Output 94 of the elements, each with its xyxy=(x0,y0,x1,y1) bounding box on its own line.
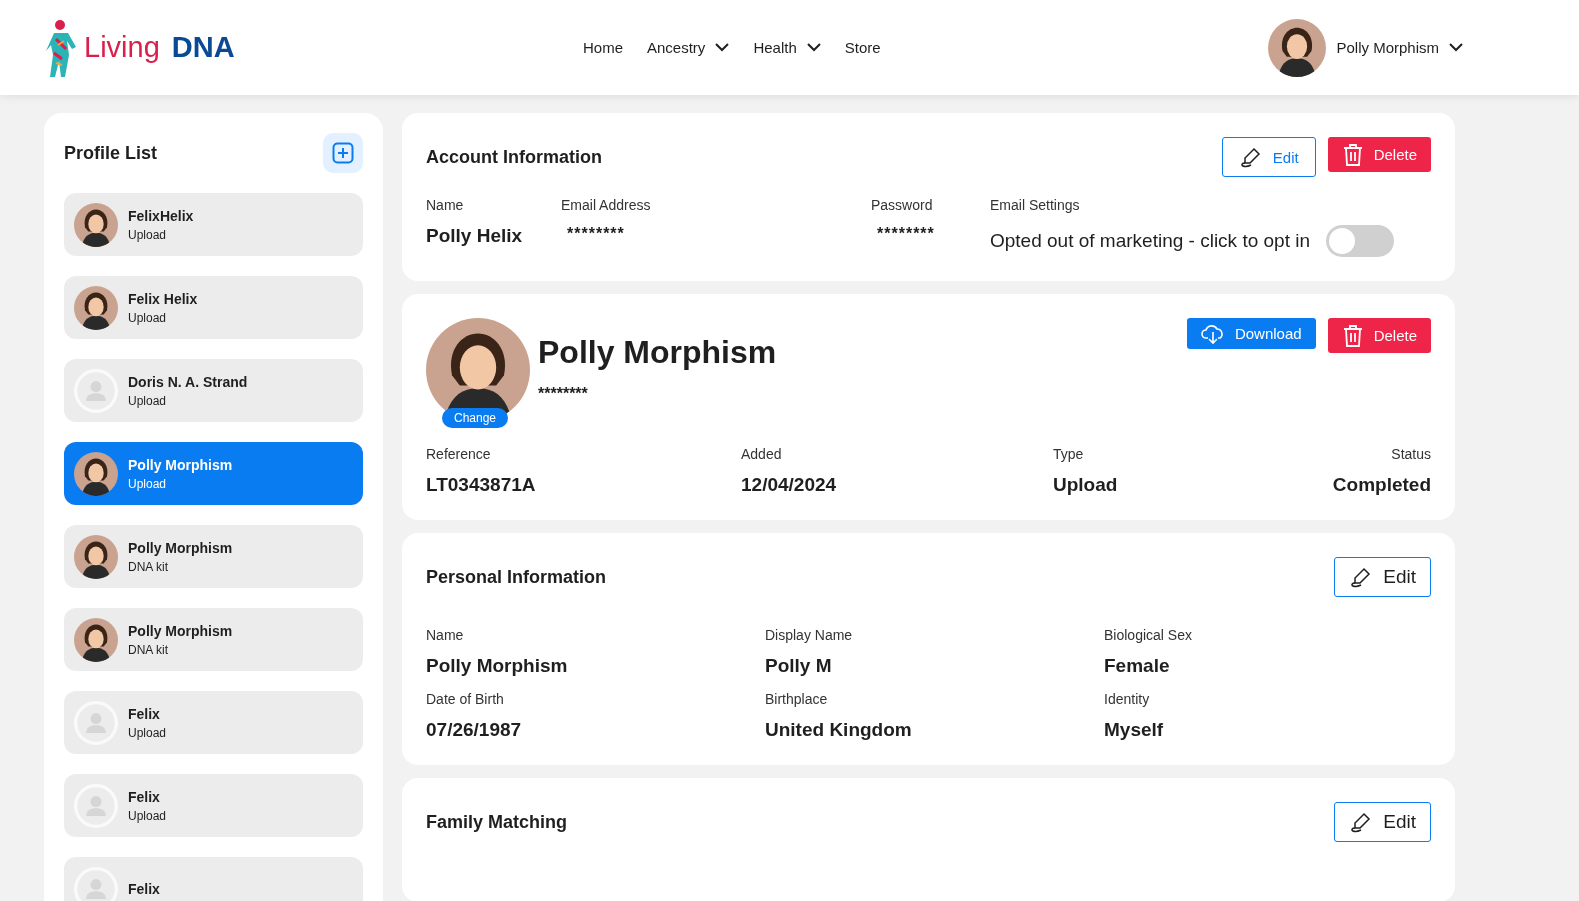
profile-name: Polly Morphism xyxy=(128,456,233,473)
profile-type: DNA kit xyxy=(128,559,169,574)
profile-name: Felix xyxy=(128,788,161,805)
profile-item[interactable]: Doris N. A. Strand Upload xyxy=(64,359,363,422)
avatar xyxy=(74,451,118,496)
field-label: Biological Sex xyxy=(1104,627,1192,643)
field-label: Status xyxy=(1391,446,1431,462)
profile-name: Felix xyxy=(128,705,161,722)
field-label: Type xyxy=(1053,446,1084,462)
card-title: Personal Information xyxy=(426,566,607,588)
field-label: Name xyxy=(426,197,464,213)
chevron-down-icon xyxy=(1449,43,1463,52)
marketing-toggle[interactable] xyxy=(1326,225,1394,257)
user-avatar xyxy=(1268,18,1327,77)
profile-item[interactable]: Felix Helix Upload xyxy=(64,276,363,339)
profile-item[interactable]: FelixHelix Upload xyxy=(64,193,363,256)
delete-button[interactable]: Delete xyxy=(1327,137,1431,172)
nav-link[interactable]: Ancestry xyxy=(647,39,730,56)
nav-link[interactable]: Store xyxy=(844,39,881,56)
field-label: Date of Birth xyxy=(426,691,504,707)
card-title: Family Matching xyxy=(426,811,568,833)
avatar xyxy=(74,368,118,413)
field-value: Female xyxy=(1104,655,1170,677)
field-value: Completed xyxy=(1332,474,1431,496)
avatar xyxy=(74,866,118,901)
field-value: ******** xyxy=(876,225,935,243)
logo-text: DNA xyxy=(171,31,235,64)
field-value: 07/26/1987 xyxy=(426,719,522,741)
field-value: Polly Helix xyxy=(426,225,523,247)
field-value: Polly Morphism xyxy=(426,655,568,677)
field-label: Reference xyxy=(426,446,491,462)
profile-item[interactable]: Felix xyxy=(64,857,363,901)
chevron-down-icon xyxy=(715,43,730,52)
field-value: Opted out of marketing - click to opt in xyxy=(990,230,1310,252)
user-menu[interactable]: Polly Morphism xyxy=(1336,39,1463,56)
field-value: Upload xyxy=(1053,474,1118,496)
profile-heading: Polly Morphism xyxy=(538,334,777,371)
trash-icon xyxy=(1341,142,1364,167)
field-value: Myself xyxy=(1104,719,1164,741)
profile-type: Upload xyxy=(128,808,167,823)
field-label: Email Settings xyxy=(990,197,1080,213)
avatar xyxy=(74,534,118,579)
card-title: Account Information xyxy=(426,146,602,168)
profile-item[interactable]: Polly Morphism DNA kit xyxy=(64,525,363,588)
trash-icon xyxy=(1341,323,1364,348)
field-label: Password xyxy=(871,197,933,213)
edit-button[interactable]: Edit xyxy=(1334,557,1431,597)
chevron-down-icon xyxy=(806,43,821,52)
profile-type: Upload xyxy=(128,310,168,325)
field-label: Added xyxy=(741,446,782,462)
avatar xyxy=(74,700,118,745)
field-label: Display Name xyxy=(765,627,853,643)
change-photo-button[interactable]: Change xyxy=(442,408,509,428)
profile-name: Doris N. A. Strand xyxy=(128,373,248,390)
pen-icon xyxy=(1238,145,1263,169)
profile-type: Upload xyxy=(128,476,168,491)
field-label: Email Address xyxy=(561,197,651,213)
field-label: Name xyxy=(426,627,464,643)
profile-item[interactable]: Felix Upload xyxy=(64,691,363,754)
field-value: United Kingdom xyxy=(765,719,912,741)
logo-text: Living xyxy=(84,31,160,64)
profile-name: Polly Morphism xyxy=(128,539,233,556)
profile-name: FelixHelix xyxy=(128,207,194,224)
profile-item[interactable]: Polly Morphism DNA kit xyxy=(64,608,363,671)
field-label: Birthplace xyxy=(765,691,828,707)
profile-type: Upload xyxy=(128,725,167,740)
avatar xyxy=(74,285,118,330)
delete-button[interactable]: Delete xyxy=(1327,318,1431,353)
avatar xyxy=(74,783,118,828)
profile-item[interactable]: Polly Morphism Upload xyxy=(64,442,363,505)
profile-name: Felix xyxy=(128,880,160,897)
cloud-download-icon xyxy=(1200,322,1225,345)
profile-item[interactable]: Felix Upload xyxy=(64,774,363,837)
plus-icon xyxy=(332,142,354,164)
add-profile-button[interactable] xyxy=(323,133,363,173)
profile-type: Upload xyxy=(128,393,168,408)
masked-text: ******** xyxy=(538,385,589,403)
profile-name: Felix Helix xyxy=(128,290,198,307)
panel-title: Profile List xyxy=(64,142,157,164)
nav-link[interactable]: Health xyxy=(753,39,821,56)
field-value: 12/04/2024 xyxy=(741,474,837,496)
field-value: Polly M xyxy=(765,655,832,677)
nav-link[interactable]: Home xyxy=(583,39,623,56)
profile-name: Polly Morphism xyxy=(128,622,233,639)
profile-type: DNA kit xyxy=(128,642,169,657)
avatar xyxy=(74,202,118,247)
field-value: LT0343871A xyxy=(426,474,536,496)
edit-button[interactable]: Edit xyxy=(1334,802,1431,842)
download-button[interactable]: Download xyxy=(1186,318,1316,349)
profile-type: Upload xyxy=(128,227,168,242)
field-value: ******** xyxy=(566,225,625,243)
avatar xyxy=(74,617,118,662)
edit-button[interactable]: Edit xyxy=(1221,137,1316,177)
field-label: Identity xyxy=(1104,691,1150,707)
